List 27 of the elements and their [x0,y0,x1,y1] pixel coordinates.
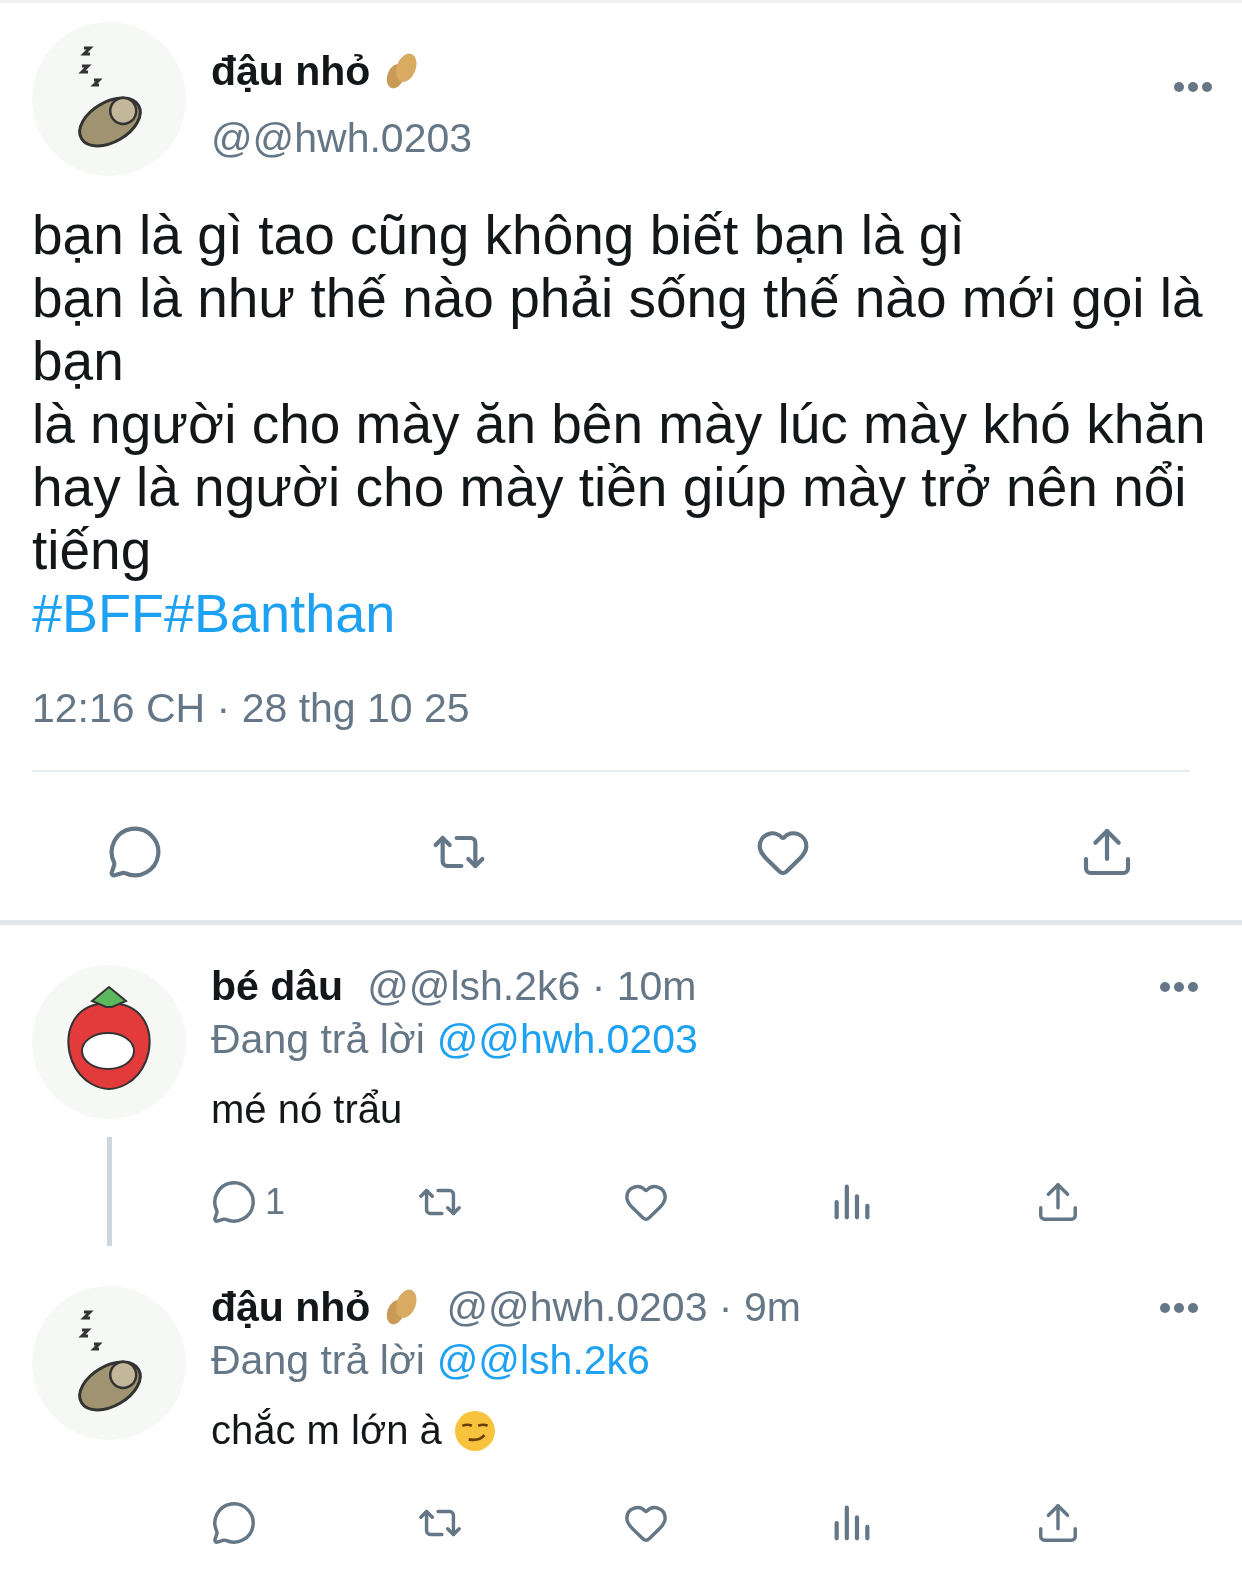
reply-author-name: đậu nhỏ [211,1284,371,1331]
handle-and-time: @@lsh.2k6 · 10m [367,963,697,1010]
reply-icon [211,1500,257,1546]
more-button[interactable] [1160,1302,1198,1313]
more-button[interactable] [1174,82,1212,92]
replying-to-label: Đang trả lời [211,1337,425,1384]
more-icon [1174,82,1212,92]
reply-button[interactable]: 1 [211,1158,286,1246]
timestamp: 12:16 CH · 28 thg 10 25 [32,685,471,732]
reply-author-name: bé dâu [211,963,344,1010]
reply-text: mé nó trẩu [211,1087,403,1132]
tweet-text: bạn là gì tao cũng không biết bạn là gì bạn là như thế nào phải sống thế nào mới gọi là bạn là người cho mày ăn bên mày lúc mày khó khăn hay là người cho mày tiền giúp mày trở nên nổi tiếng [32,204,1207,583]
hashtag-link[interactable]: #BFF#Banthan [32,582,396,645]
more-icon [1160,1302,1198,1313]
more-button[interactable] [1160,981,1198,992]
more-icon [1160,981,1198,992]
avatar[interactable] [32,1286,186,1440]
handle-and-time: @@hwh.0203 · 9m [446,1284,801,1331]
mention-link[interactable]: @@lsh.2k6 [436,1337,650,1384]
reply-icon [211,1179,257,1225]
avatar[interactable] [32,965,186,1119]
author-name: đậu nhỏ [211,48,371,95]
author-handle: @@hwh.0203 [211,115,474,162]
avatar[interactable] [32,22,186,176]
reply-text: chắc m lớn à [211,1408,442,1453]
replying-to-label: Đang trả lời [211,1016,425,1063]
mention-link[interactable]: @@hwh.0203 [436,1016,698,1063]
